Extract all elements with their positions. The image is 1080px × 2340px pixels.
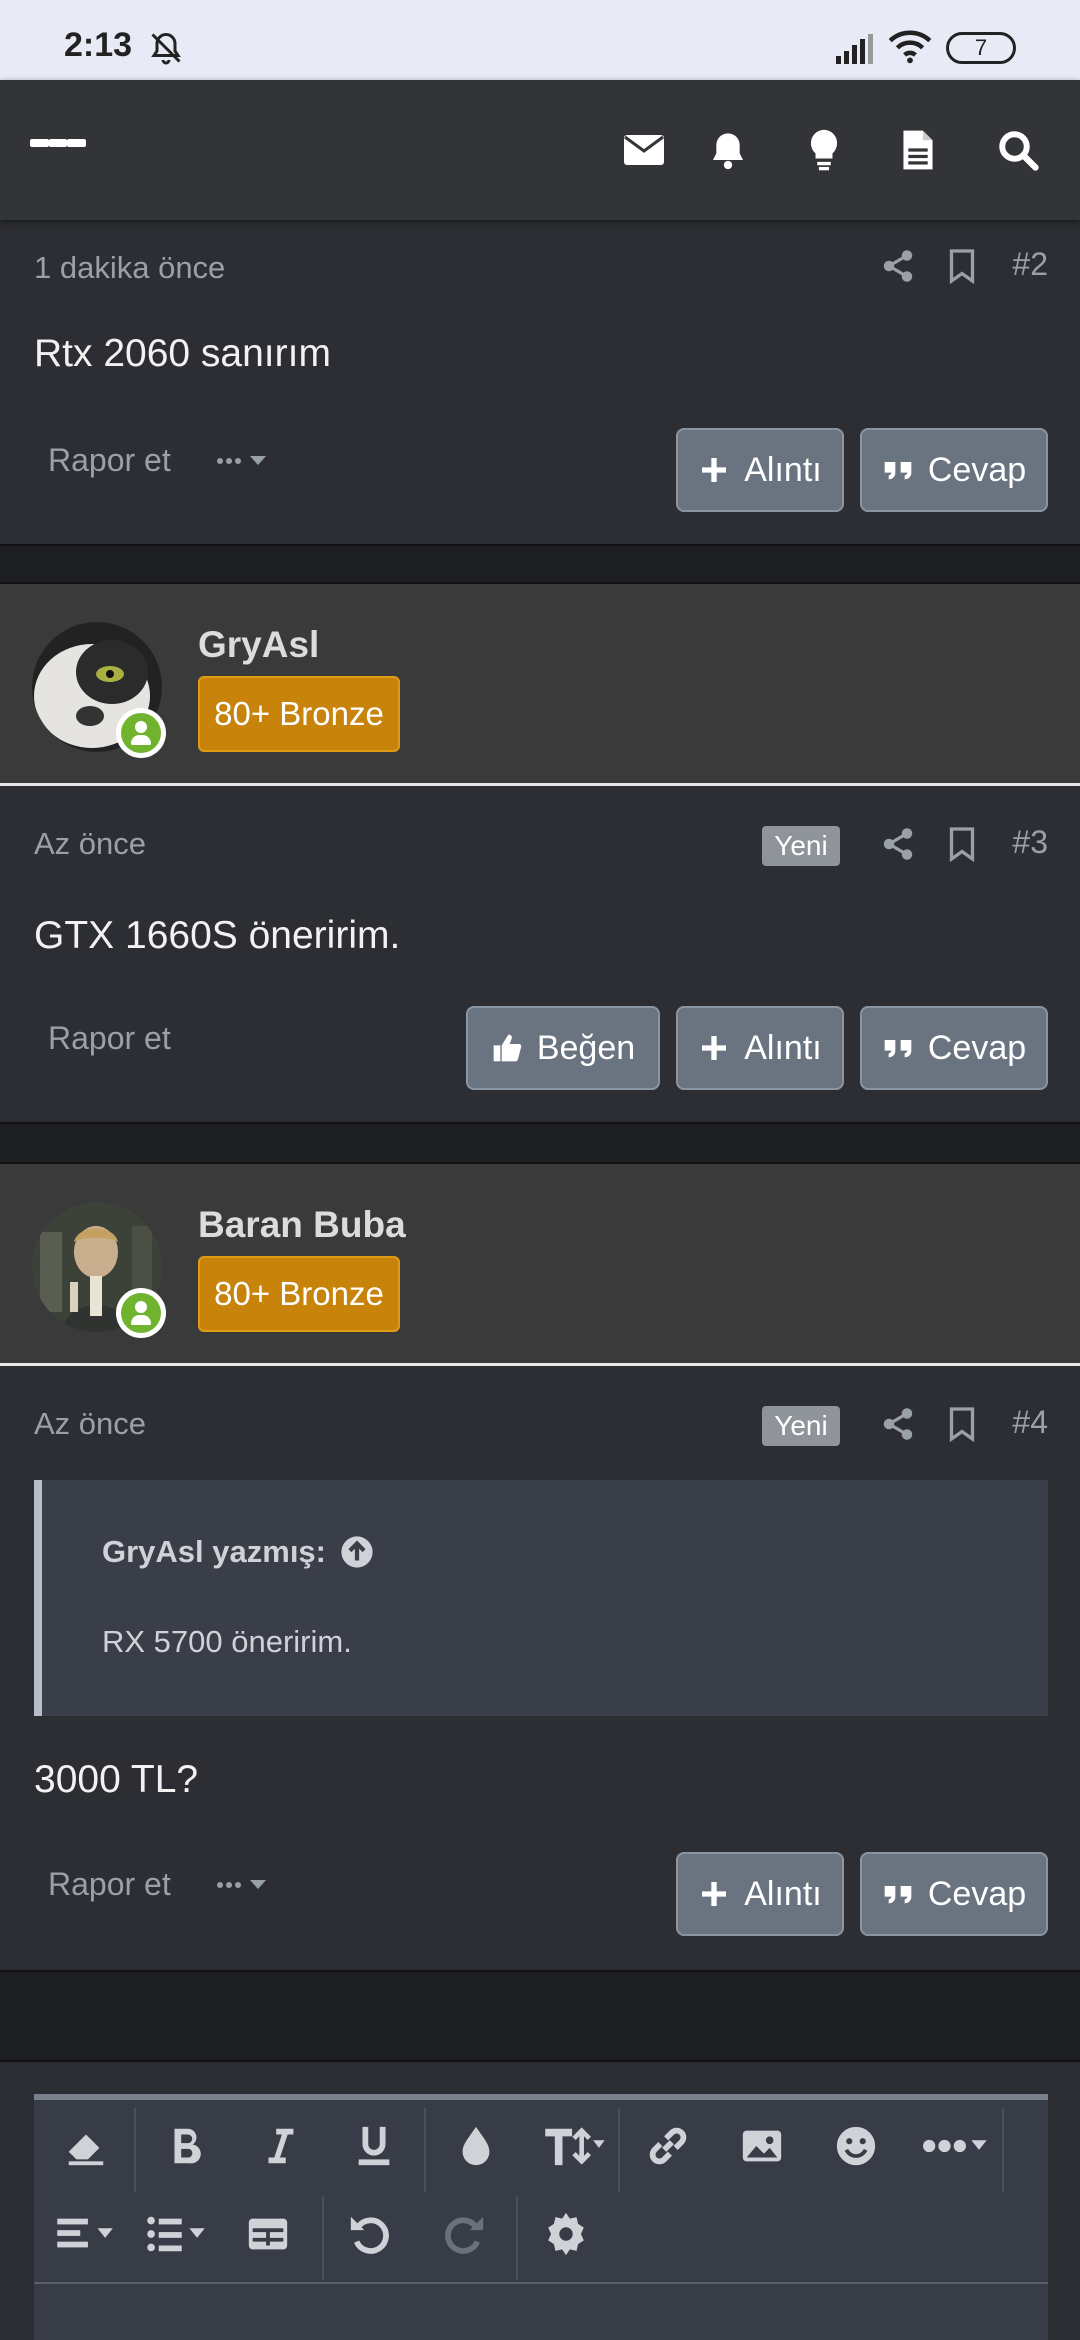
online-status-icon — [116, 1288, 166, 1338]
report-link[interactable]: Rapor et — [48, 442, 171, 479]
reply-button-label: Cevap — [927, 1028, 1027, 1067]
share-icon[interactable] — [880, 1406, 916, 1442]
post-content: 3000 TL? — [34, 1758, 199, 1801]
italic-icon[interactable] — [250, 2116, 310, 2176]
arrow-up-circle-icon[interactable] — [340, 1535, 374, 1569]
document-icon[interactable] — [888, 120, 948, 180]
signal-icon — [836, 34, 873, 64]
reply-button[interactable]: Cevap — [860, 428, 1048, 512]
status-bar: 2:13 7 — [0, 0, 1080, 80]
post-3: Az önce Yeni #3 GTX 1660S öneririm. Rapo… — [0, 786, 1080, 1122]
more-options-icon[interactable] — [214, 1870, 274, 1900]
like-button[interactable]: Beğen — [466, 1006, 660, 1090]
plus-icon — [702, 1882, 727, 1906]
smiley-icon[interactable] — [826, 2116, 886, 2176]
report-link[interactable]: Rapor et — [48, 1020, 171, 1057]
username[interactable]: GryAsl — [198, 624, 319, 666]
table-icon[interactable] — [238, 2204, 298, 2264]
undo-icon[interactable] — [340, 2204, 400, 2264]
battery-icon: 7 — [946, 32, 1016, 64]
page-separator — [0, 1970, 1080, 2062]
post-separator — [0, 544, 1080, 584]
bookmark-icon[interactable] — [944, 1406, 980, 1442]
text-size-icon[interactable] — [534, 2116, 614, 2176]
report-link[interactable]: Rapor et — [48, 1866, 171, 1903]
quote-text: RX 5700 öneririm. — [102, 1624, 352, 1659]
reply-button-label: Cevap — [927, 450, 1027, 489]
bold-icon[interactable] — [156, 2116, 216, 2176]
battery-level: 7 — [974, 35, 988, 60]
more-options-icon[interactable] — [214, 446, 274, 476]
image-icon[interactable] — [732, 2116, 792, 2176]
new-badge: Yeni — [762, 826, 840, 866]
like-button-label: Beğen — [536, 1028, 636, 1067]
quote-button[interactable]: Alıntı — [676, 428, 844, 512]
wifi-icon — [888, 30, 932, 64]
online-status-icon — [116, 708, 166, 758]
redo-icon[interactable] — [434, 2204, 494, 2264]
lightbulb-icon[interactable] — [794, 120, 854, 180]
post-time: Az önce — [34, 1406, 147, 1441]
reply-button[interactable]: Cevap — [860, 1852, 1048, 1936]
quote-author: GryAsl yazmış: — [102, 1534, 326, 1569]
bookmark-icon[interactable] — [944, 248, 980, 284]
plus-icon — [702, 1036, 727, 1060]
list-icon[interactable] — [138, 2204, 214, 2264]
bookmark-icon[interactable] — [944, 826, 980, 862]
status-time: 2:13 — [64, 26, 133, 64]
post-number[interactable]: #3 — [1012, 824, 1048, 861]
more-icon[interactable] — [914, 2116, 998, 2176]
search-icon[interactable] — [988, 120, 1048, 180]
rank-badge: 80+ Bronze — [198, 676, 400, 752]
underline-icon[interactable] — [344, 2116, 404, 2176]
quote-mark-icon — [884, 1040, 912, 1058]
quote-button-label: Alıntı — [744, 450, 822, 489]
gear-icon[interactable] — [536, 2204, 596, 2264]
reply-button-label: Cevap — [927, 1874, 1027, 1913]
quote-mark-icon — [884, 1886, 912, 1904]
reply-button[interactable]: Cevap — [860, 1006, 1048, 1090]
quote-button[interactable]: Alıntı — [676, 1852, 844, 1936]
user-header-gryasl: GryAsl 80+ Bronze — [0, 584, 1080, 786]
post-time: 1 dakika önce — [34, 250, 226, 285]
eraser-icon[interactable] — [56, 2116, 116, 2176]
quote-button[interactable]: Alıntı — [676, 1006, 844, 1090]
post-content: Rtx 2060 sanırım — [34, 332, 331, 375]
bell-off-icon — [151, 32, 181, 65]
post-number[interactable]: #4 — [1012, 1404, 1048, 1441]
editor-toolbar — [34, 2094, 1048, 2340]
share-icon[interactable] — [880, 248, 916, 284]
app-bar — [0, 80, 1080, 220]
post-number[interactable]: #2 — [1012, 246, 1048, 283]
reply-editor — [0, 2062, 1080, 2340]
bell-icon[interactable] — [698, 120, 758, 180]
post-time: Az önce — [34, 826, 147, 861]
rank-badge: 80+ Bronze — [198, 1256, 400, 1332]
user-header-baran-buba: Baran Buba 80+ Bronze — [0, 1164, 1080, 1366]
quote-button-label: Alıntı — [744, 1028, 822, 1067]
quoted-post: GryAsl yazmış: RX 5700 öneririm. — [34, 1480, 1048, 1716]
envelope-icon[interactable] — [614, 120, 674, 180]
menu-icon[interactable] — [30, 120, 87, 176]
align-icon[interactable] — [48, 2204, 124, 2264]
plus-icon — [702, 458, 727, 482]
thumbs-up-icon — [493, 1034, 522, 1062]
quote-header[interactable]: GryAsl yazmış: — [102, 1534, 374, 1570]
new-badge: Yeni — [762, 1406, 840, 1446]
quote-button-label: Alıntı — [744, 1874, 822, 1913]
link-icon[interactable] — [638, 2116, 698, 2176]
share-icon[interactable] — [880, 826, 916, 862]
post-content: GTX 1660S öneririm. — [34, 914, 401, 957]
post-2: 1 dakika önce #2 Rtx 2060 sanırım Rapor … — [0, 220, 1080, 580]
color-drop-icon[interactable] — [446, 2116, 506, 2176]
quote-mark-icon — [884, 462, 912, 480]
post-separator — [0, 1122, 1080, 1164]
username[interactable]: Baran Buba — [198, 1204, 406, 1246]
editor-input-border — [34, 2282, 1048, 2284]
